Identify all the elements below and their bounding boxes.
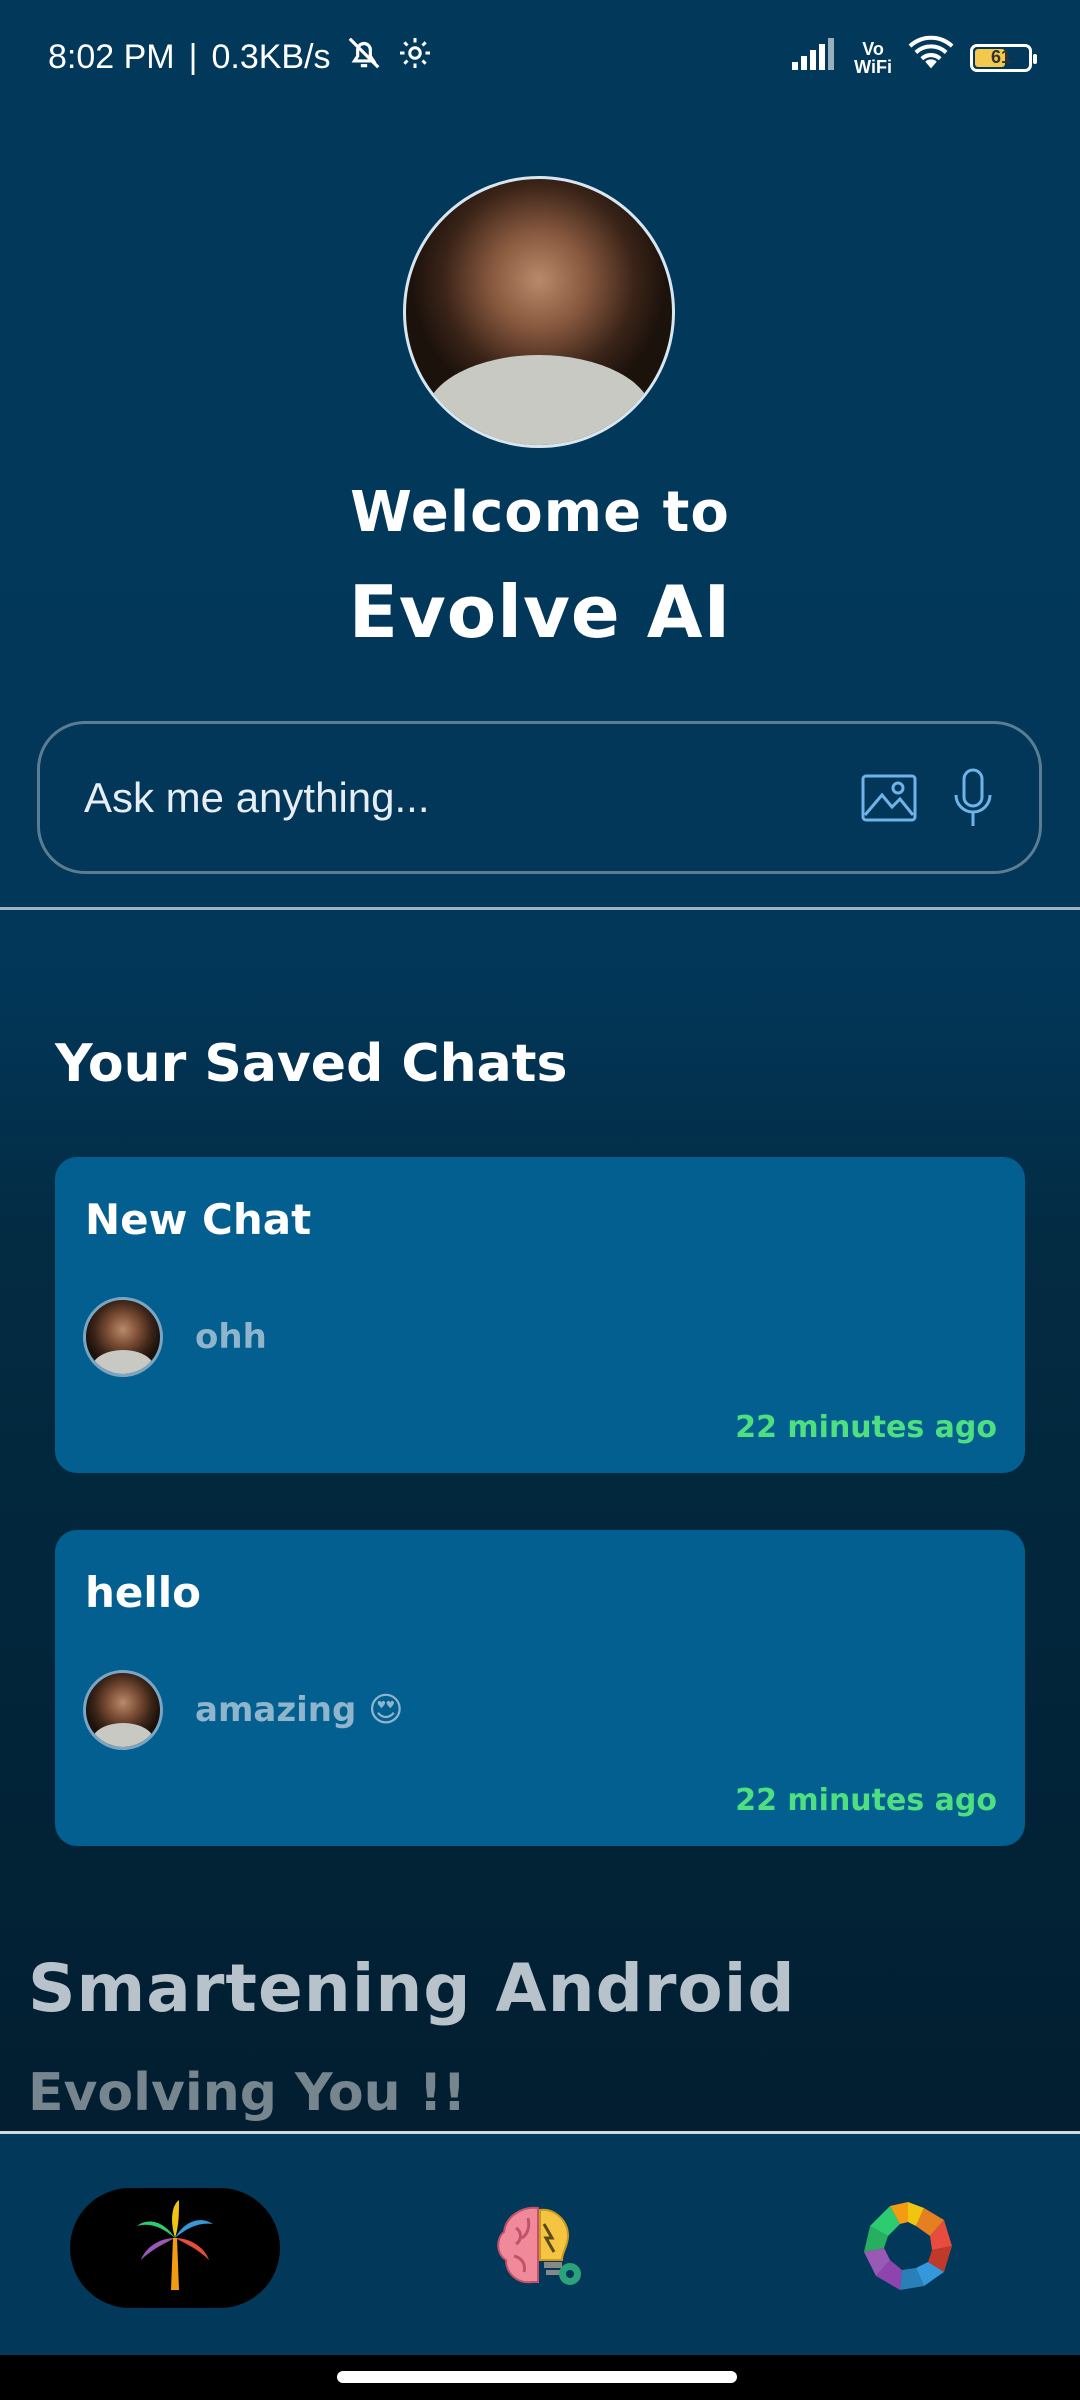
chat-avatar [83,1670,163,1750]
chat-card[interactable]: New Chat ohh 22 minutes ago [55,1157,1025,1473]
ask-box[interactable] [37,721,1042,874]
saved-chats-heading: Your Saved Chats [55,1034,568,1094]
chat-preview: amazing 😍 [195,1690,404,1730]
status-right: Vo WiFi 61 [790,35,1037,80]
brain-gear-icon [492,2198,588,2298]
status-separator: | [188,38,198,76]
mute-bell-icon [345,34,383,81]
footer-tagline: Evolving You !! [28,2063,467,2123]
nav-brain[interactable] [435,2188,645,2308]
chat-title: hello [85,1568,202,1617]
chat-title: New Chat [85,1195,312,1244]
avatar-shirt [426,355,652,445]
home-indicator[interactable] [337,2371,737,2383]
status-left: 8:02 PM | 0.3KB/s [48,34,433,81]
colorful-gear-icon [860,2198,956,2298]
vowifi-wifi: WiFi [854,56,892,77]
avatar-shirt [92,1723,154,1747]
section-divider [0,907,1080,910]
battery-icon: 61 [970,43,1037,72]
microphone-icon[interactable] [943,768,1003,828]
status-speed: 0.3KB/s [211,38,331,76]
chat-timestamp: 22 minutes ago [735,1410,997,1445]
battery-level: 61 [990,47,1012,67]
wifi-icon [908,35,954,80]
vowifi-vo: Vo [862,38,884,59]
chat-preview: ohh [195,1317,267,1357]
footer-headline: Smartening Android [28,1950,796,2027]
chat-card[interactable]: hello amazing 😍 22 minutes ago [55,1530,1025,1846]
avatar-shirt [92,1350,154,1374]
welcome-heading: Welcome to [350,480,730,545]
bottom-nav [0,2131,1080,2355]
vowifi-indicator: Vo WiFi [854,40,892,76]
nav-settings[interactable] [803,2188,1013,2308]
settings-gear-icon [397,35,433,80]
image-icon[interactable] [859,768,919,828]
nav-home[interactable] [70,2188,280,2308]
chat-timestamp: 22 minutes ago [735,1783,997,1818]
ask-input[interactable] [82,772,835,823]
status-bar: 8:02 PM | 0.3KB/s Vo WiFi 61 [0,0,1080,115]
profile-avatar[interactable] [403,176,675,448]
app-name: Evolve AI [348,570,732,654]
status-time: 8:02 PM [48,38,175,76]
palm-tree-icon [133,2198,217,2298]
gesture-bar [0,2355,1080,2400]
chat-avatar [83,1297,163,1377]
signal-icon [790,36,838,79]
